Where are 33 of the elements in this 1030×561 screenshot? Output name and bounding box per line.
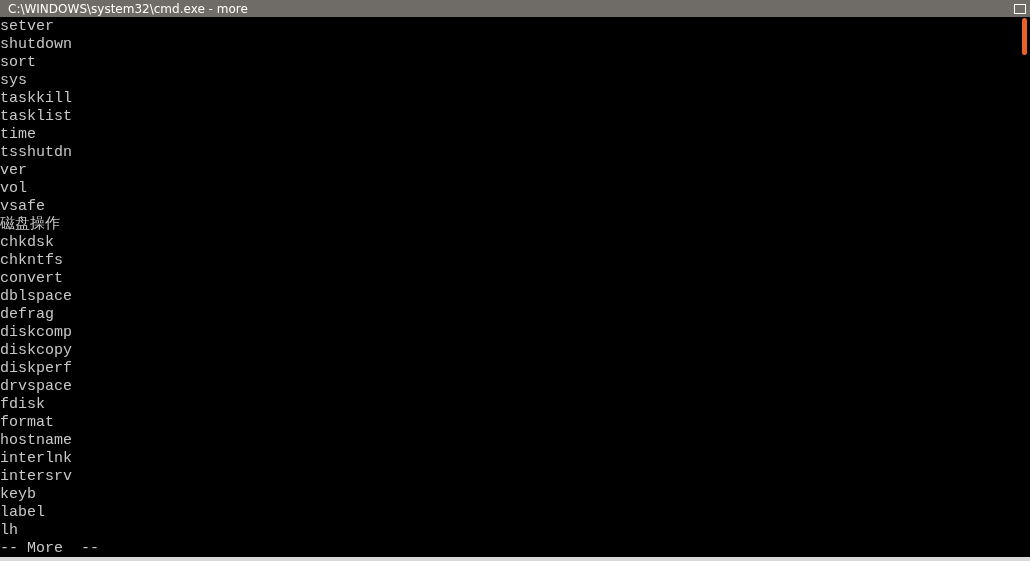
console-line: label <box>0 504 45 522</box>
console-line: chkntfs <box>0 252 63 270</box>
console-line: setver <box>0 18 54 36</box>
console-line: sys <box>0 72 27 90</box>
maximize-button[interactable] <box>1014 3 1026 14</box>
console-line: keyb <box>0 486 36 504</box>
console-line: vol <box>0 180 27 198</box>
console-line: format <box>0 414 54 432</box>
console-line: 磁盘操作 <box>0 216 60 234</box>
console-line: sort <box>0 54 36 72</box>
console-line: dblspace <box>0 288 72 306</box>
console-line: hostname <box>0 432 72 450</box>
console-line: interlnk <box>0 450 72 468</box>
console-line: diskperf <box>0 360 72 378</box>
console-line: diskcomp <box>0 324 72 342</box>
console-line: intersrv <box>0 468 72 486</box>
console-line: defrag <box>0 306 54 324</box>
console-line: diskcopy <box>0 342 72 360</box>
console-line: time <box>0 126 36 144</box>
console-line: taskkill <box>0 90 72 108</box>
console-line: tasklist <box>0 108 72 126</box>
console-line: convert <box>0 270 63 288</box>
console-line: shutdown <box>0 36 72 54</box>
console-line: tsshutdn <box>0 144 72 162</box>
scrollbar-thumb[interactable] <box>1022 18 1027 55</box>
console-line: ver <box>0 162 27 180</box>
console-line: vsafe <box>0 198 45 216</box>
window-title: C:\WINDOWS\system32\cmd.exe - more <box>8 1 248 16</box>
console-line: fdisk <box>0 396 45 414</box>
console-line: drvspace <box>0 378 72 396</box>
more-prompt: -- More -- <box>0 540 100 558</box>
console-line: chkdsk <box>0 234 54 252</box>
console-line: lh <box>0 522 18 540</box>
